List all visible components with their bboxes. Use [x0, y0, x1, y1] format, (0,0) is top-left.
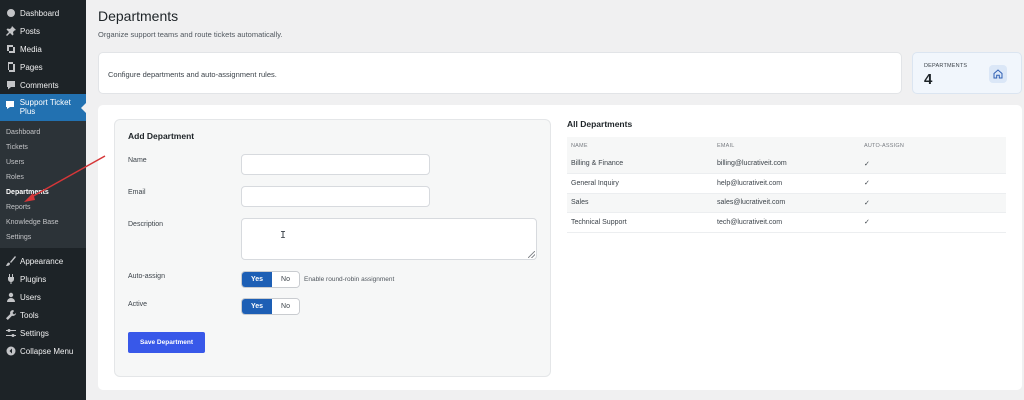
add-department-form: Add Department Name Email Description I …: [114, 119, 551, 377]
page-title: Departments: [98, 8, 179, 24]
submenu-reports[interactable]: Reports: [0, 200, 86, 215]
department-name: Technical Support: [567, 212, 713, 233]
menu-label: Posts: [20, 26, 41, 36]
active-toggle[interactable]: Yes No: [241, 298, 300, 315]
form-title: Add Department: [128, 131, 195, 141]
menu-label: Comments: [20, 80, 59, 90]
department-name: General Inquiry: [567, 173, 713, 194]
menu-label: Pages: [20, 62, 43, 72]
table-row[interactable]: Billing & Finance billing@lucrativeit.co…: [567, 154, 1006, 174]
submenu-tickets[interactable]: Tickets: [0, 140, 86, 155]
stat-label: DEPARTMENTS: [924, 63, 968, 69]
menu-collapse[interactable]: Collapse Menu: [0, 342, 86, 360]
department-email: billing@lucrativeit.com: [713, 154, 860, 174]
page-subtitle: Organize support teams and route tickets…: [98, 30, 283, 39]
info-bar: Configure departments and auto-assignmen…: [98, 52, 902, 94]
menu-media[interactable]: Media: [0, 40, 86, 58]
active-yes-option[interactable]: Yes: [242, 299, 272, 314]
home-icon: [989, 65, 1007, 83]
users-icon: [5, 292, 16, 303]
menu-label: Settings: [20, 328, 49, 338]
brush-icon: [5, 256, 16, 267]
pin-icon: [5, 26, 16, 37]
menu-dashboard[interactable]: Dashboard: [0, 4, 86, 22]
submenu-departments[interactable]: Departments: [0, 185, 86, 200]
menu-tools[interactable]: Tools: [0, 306, 86, 324]
resize-grip-icon[interactable]: [528, 251, 535, 258]
auto-assign-check: ✓: [860, 212, 1006, 233]
department-email: help@lucrativeit.com: [713, 173, 860, 194]
name-label: Name: [128, 157, 147, 164]
menu-posts[interactable]: Posts: [0, 22, 86, 40]
submenu-dashboard[interactable]: Dashboard: [0, 125, 86, 140]
description-label: Description: [128, 221, 164, 228]
column-header-auto-assign[interactable]: AUTO-ASSIGN: [860, 137, 1006, 154]
main-panel: Add Department Name Email Description I …: [98, 105, 1022, 390]
description-textarea[interactable]: I: [241, 218, 537, 260]
wrench-icon: [5, 310, 16, 321]
name-input[interactable]: [241, 154, 430, 175]
menu-settings[interactable]: Settings: [0, 324, 86, 342]
department-name: Billing & Finance: [567, 154, 713, 174]
menu-label: Media: [20, 44, 42, 54]
table-row[interactable]: Sales sales@lucrativeit.com ✓: [567, 193, 1006, 213]
menu-label: Users: [20, 292, 41, 302]
departments-stat-card: DEPARTMENTS 4: [912, 52, 1022, 94]
email-input[interactable]: [241, 186, 430, 207]
submenu-users[interactable]: Users: [0, 155, 86, 170]
table-row[interactable]: General Inquiry help@lucrativeit.com ✓: [567, 173, 1006, 194]
autoassign-no-option[interactable]: No: [272, 272, 299, 287]
auto-assign-check: ✓: [860, 173, 1006, 194]
departments-table: NAME EMAIL AUTO-ASSIGN Billing & Finance…: [567, 137, 1006, 233]
text-cursor-icon: I: [280, 230, 287, 241]
column-header-email[interactable]: EMAIL: [713, 137, 860, 154]
auto-assign-check: ✓: [860, 154, 1006, 174]
menu-pages[interactable]: Pages: [0, 58, 86, 76]
department-email: tech@lucrativeit.com: [713, 212, 860, 233]
active-no-option[interactable]: No: [272, 299, 299, 314]
submenu-roles[interactable]: Roles: [0, 170, 86, 185]
collapse-icon: [5, 346, 16, 357]
autoassign-hint: Enable round-robin assignment: [304, 276, 395, 283]
auto-assign-check: ✓: [860, 193, 1006, 213]
settings-icon: [5, 328, 16, 339]
plug-icon: [5, 274, 16, 285]
save-department-button[interactable]: Save Department: [128, 332, 205, 353]
menu-users[interactable]: Users: [0, 288, 86, 306]
autoassign-yes-option[interactable]: Yes: [242, 272, 272, 287]
pages-icon: [5, 62, 16, 73]
column-header-name[interactable]: NAME: [567, 137, 713, 154]
menu-label: Appearance: [20, 256, 64, 266]
menu-plugins[interactable]: Plugins: [0, 270, 86, 288]
active-label: Active: [128, 301, 148, 308]
department-email: sales@lucrativeit.com: [713, 193, 860, 213]
info-text: Configure departments and auto-assignmen…: [108, 70, 277, 79]
menu-label: Dashboard: [20, 8, 60, 18]
autoassign-toggle[interactable]: Yes No: [241, 271, 300, 288]
departments-list-title: All Departments: [567, 119, 633, 129]
support-submenu: Dashboard Tickets Users Roles Department…: [0, 121, 86, 248]
menu-label: Plugins: [20, 274, 47, 284]
stat-value: 4: [924, 71, 933, 88]
menu-comments[interactable]: Comments: [0, 76, 86, 94]
department-name: Sales: [567, 193, 713, 213]
table-row[interactable]: Technical Support tech@lucrativeit.com ✓: [567, 212, 1006, 233]
table-header-row: NAME EMAIL AUTO-ASSIGN: [567, 137, 1006, 154]
menu-support-ticket-plus[interactable]: Support Ticket Plus: [0, 94, 86, 121]
dashboard-icon: [5, 8, 16, 19]
media-icon: [5, 44, 16, 55]
admin-sidebar: Dashboard Posts Media Pages Comments Sup…: [0, 0, 86, 400]
submenu-knowledge-base[interactable]: Knowledge Base: [0, 215, 86, 230]
comment-icon: [5, 80, 16, 91]
menu-appearance[interactable]: Appearance: [0, 252, 86, 270]
support-icon: [5, 98, 16, 109]
menu-label: Support Ticket Plus: [19, 98, 71, 116]
menu-label: Collapse Menu: [20, 346, 74, 356]
submenu-settings[interactable]: Settings: [0, 230, 86, 245]
menu-label: Tools: [20, 310, 39, 320]
autoassign-label: Auto-assign: [128, 273, 165, 280]
email-label: Email: [128, 189, 146, 196]
